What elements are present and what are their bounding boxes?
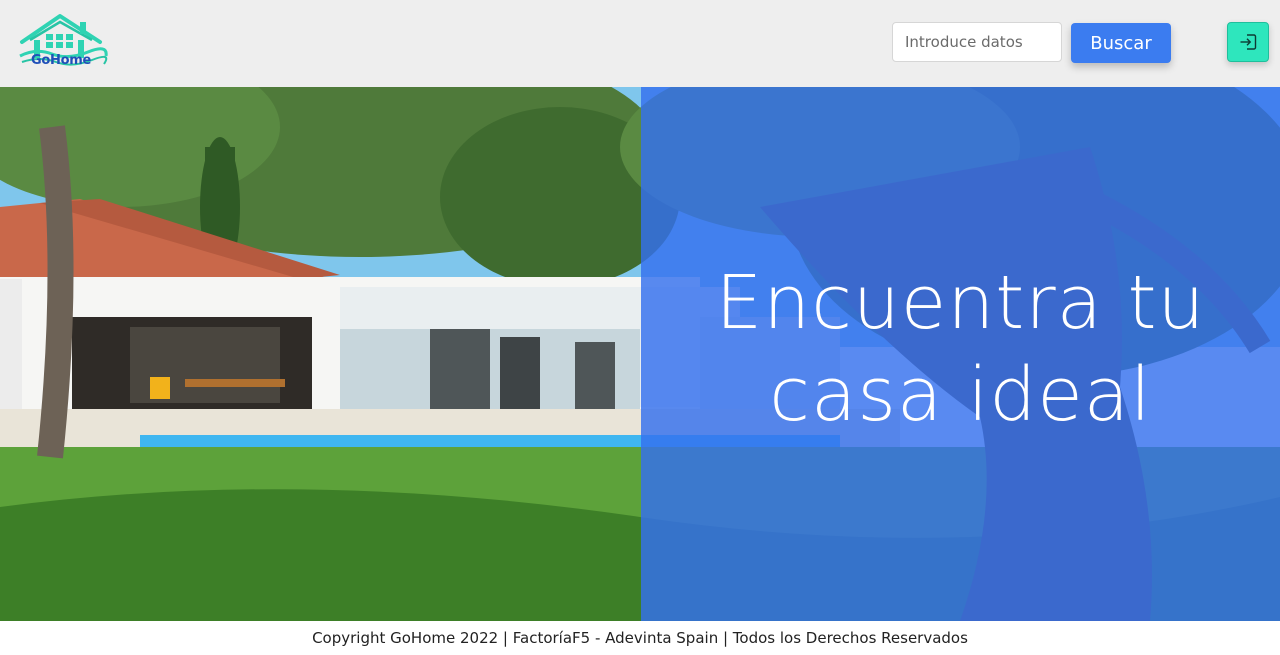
- search-button[interactable]: Buscar: [1071, 23, 1171, 63]
- logo-wordmark: GoHome: [31, 53, 91, 68]
- gohome-logo[interactable]: GoHome: [16, 12, 108, 72]
- top-header: GoHome Buscar: [0, 0, 1280, 87]
- login-button[interactable]: [1227, 22, 1269, 62]
- hero-heading: Encuentra tu casa ideal: [715, 260, 1206, 438]
- login-icon: [1240, 34, 1257, 50]
- search-input[interactable]: [892, 22, 1062, 62]
- footer: Copyright GoHome 2022 | FactoríaF5 - Ade…: [0, 621, 1280, 650]
- hero-banner: Encuentra tu casa ideal: [0, 87, 1280, 621]
- copyright-text: Copyright GoHome 2022 | FactoríaF5 - Ade…: [312, 629, 968, 647]
